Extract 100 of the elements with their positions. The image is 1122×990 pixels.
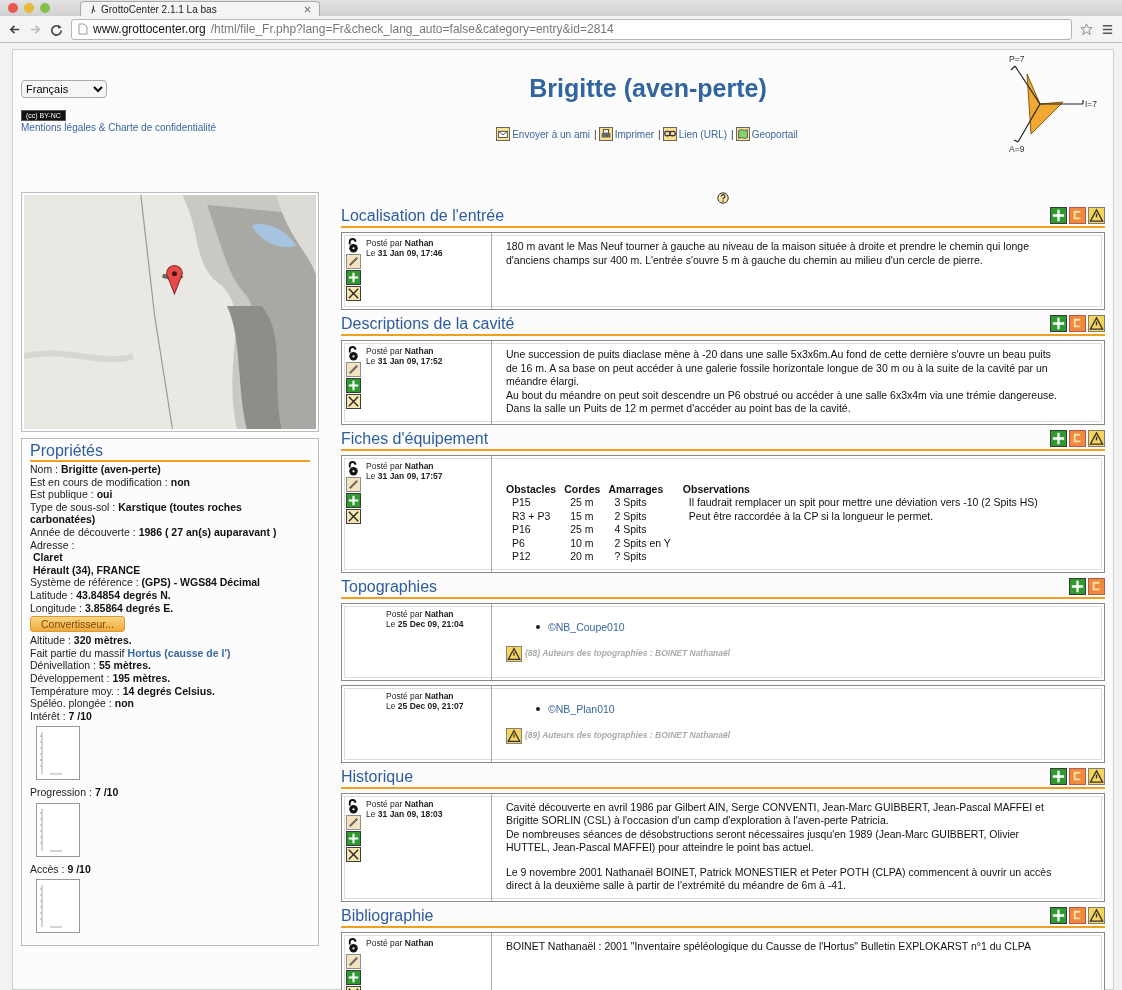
post-text: Au bout du méandre on peut soit descendre un P6 obstrué ou accéder à une salle 6x3x4m via une trémie dangereuse. — [506, 388, 1059, 402]
warning-icon[interactable] — [1088, 315, 1105, 332]
address-bar[interactable]: www.grottocenter.org /html/file_Fr.php?lang=Fr&check_lang_auto=false&category=entry&id=2814 — [71, 18, 1072, 40]
printer-icon[interactable] — [598, 127, 613, 141]
padlock-icon — [346, 937, 361, 953]
close-window-button[interactable] — [8, 3, 18, 13]
converter-button[interactable]: Convertisseur... — [30, 616, 125, 633]
add-icon[interactable] — [1050, 906, 1067, 924]
close-tab-icon[interactable] — [304, 5, 311, 13]
caver-icon — [89, 3, 97, 15]
section-heading: Localisation de l'entrée — [341, 206, 506, 226]
post-author: Posté par Nathan — [366, 460, 435, 471]
table-cell-text: 20 m — [569, 550, 595, 564]
add-icon[interactable] — [346, 270, 361, 285]
authors-note: (88) Auteurs des topographies : BOINET Nathanaël — [525, 647, 731, 661]
add-icon[interactable] — [346, 969, 361, 985]
delete-icon[interactable] — [346, 846, 361, 862]
table-cell-text: 15 m — [569, 509, 595, 523]
add-icon[interactable] — [346, 830, 361, 846]
comment-icon[interactable] — [1069, 315, 1086, 332]
column-header: Observations — [682, 482, 751, 496]
delete-icon[interactable] — [346, 508, 361, 524]
property-line: Spéléo. plongée : non — [30, 697, 134, 710]
link-separator: | — [594, 128, 597, 140]
delete-icon[interactable] — [346, 286, 361, 301]
envelope-icon[interactable] — [496, 127, 511, 141]
table-cell-text: P16 — [511, 523, 532, 537]
table-cell-text: 10 m — [569, 536, 595, 550]
header-link[interactable]: Envoyer à un ami — [512, 128, 590, 140]
table-cell-text: Il faudrait remplacer un spit pour mettre une déviation vers -10 (2 Spits HS) — [687, 496, 1039, 510]
add-icon[interactable] — [1050, 207, 1067, 224]
bullet — [536, 625, 540, 630]
padlock-icon — [346, 238, 361, 253]
comment-icon[interactable] — [1069, 767, 1086, 785]
file-link[interactable]: ©NB_Coupe010 — [548, 620, 625, 634]
comment-icon[interactable] — [1069, 906, 1086, 924]
reload-icon[interactable] — [50, 22, 63, 36]
massif-link[interactable]: Hortus (causse de l') — [127, 646, 231, 659]
section-heading: Topographies — [341, 576, 439, 597]
add-icon[interactable] — [346, 378, 361, 393]
page-title: Brigitte (aven-perte) — [529, 74, 767, 103]
add-icon[interactable] — [346, 492, 361, 508]
table-cell-text: P12 — [511, 550, 532, 564]
warning-icon[interactable] — [1088, 906, 1105, 924]
property-line: Intérêt : 7 /10 — [30, 709, 92, 723]
link-separator: | — [731, 128, 734, 140]
menu-icon[interactable] — [1101, 22, 1114, 36]
post-author: Posté par Nathan — [366, 798, 435, 809]
edit-icon[interactable] — [346, 254, 361, 269]
post-date: Le 25 Dec 09, 21:04 — [386, 618, 464, 629]
add-icon[interactable] — [1050, 429, 1067, 447]
edit-icon[interactable] — [346, 814, 361, 830]
file-link[interactable]: ©NB_Plan010 — [548, 702, 615, 716]
link-separator: | — [658, 128, 661, 140]
post-text: BOINET Nathanaël : 2001 "Inventaire spéléologique du Causse de l'Hortus" Bulletin EXPLOKARST n°1 du CLPA — [506, 939, 1032, 953]
delete-icon[interactable] — [346, 394, 361, 409]
property-line: Latitude : 43.84854 degrés N. — [30, 588, 171, 602]
warning-icon[interactable] — [1088, 207, 1105, 224]
warning-icon[interactable] — [1088, 429, 1105, 447]
edit-icon[interactable] — [346, 953, 361, 969]
comment-icon[interactable] — [1069, 429, 1086, 447]
add-icon[interactable] — [1069, 577, 1086, 595]
add-icon[interactable] — [1050, 767, 1067, 785]
properties-heading: Propriétés — [30, 441, 310, 462]
bookmark-star-icon[interactable] — [1080, 22, 1093, 36]
post-date: Le 25 Dec 09, 21:07 — [386, 700, 464, 711]
table-cell-text: R3 + P3 — [511, 509, 552, 523]
link-icon[interactable] — [662, 127, 677, 141]
warning-icon[interactable] — [506, 646, 522, 662]
table-cell-text: 2 Spits en Y — [613, 536, 672, 550]
header-link[interactable]: Imprimer — [614, 128, 655, 140]
warning-icon[interactable] — [1088, 767, 1105, 785]
edit-icon[interactable] — [346, 362, 361, 377]
browser-tab[interactable]: GrottoCenter 2.1.1 La bas — [80, 1, 320, 16]
radar-axis-label: P=7 — [1009, 54, 1025, 64]
table-cell-text: 25 m — [569, 523, 595, 537]
property-line: Est publique : oui — [30, 488, 113, 501]
comment-icon[interactable] — [1088, 577, 1105, 595]
legal-link[interactable]: Mentions légales & Charte de confidentialité — [21, 122, 217, 133]
edit-icon[interactable] — [346, 476, 361, 492]
property-line: Claret — [32, 551, 63, 564]
section-heading: Descriptions de la cavité — [341, 314, 516, 334]
padlock-icon — [346, 798, 361, 814]
property-line: Nom : Brigitte (aven-perte) — [30, 463, 161, 476]
post-text: Une succession de puits diaclase mène à -20 dans une salle 5x3x6m.Au fond de cette dernière s'ouvre un beau puits de 16 m. A sa base on peut accéder à une galerie fossile horizontale longue de 30 m ou à la suite de la cavité par un méandre élargi. — [506, 348, 1052, 389]
property-line: Année de découverte : 1986 ( 27 an(s) auparavant ) — [30, 525, 277, 539]
column-header: Amarrages — [608, 482, 683, 496]
property-line: Température moy. : 14 degrés Celsius. — [30, 684, 215, 698]
help-icon[interactable] — [717, 192, 729, 204]
padlock-icon — [346, 460, 361, 476]
property-line: Hérault (34), FRANCE — [32, 563, 141, 577]
add-icon[interactable] — [1050, 315, 1067, 332]
property-label: Fait partie du massif — [30, 646, 125, 659]
language-select[interactable]: Français — [21, 80, 107, 98]
padlock-icon — [346, 346, 361, 361]
warning-icon[interactable] — [506, 728, 522, 744]
header-link[interactable]: Lien (URL) — [678, 128, 728, 140]
header-link[interactable]: Geoportail — [751, 128, 798, 140]
comment-icon[interactable] — [1069, 207, 1086, 224]
map-icon[interactable] — [735, 127, 750, 141]
